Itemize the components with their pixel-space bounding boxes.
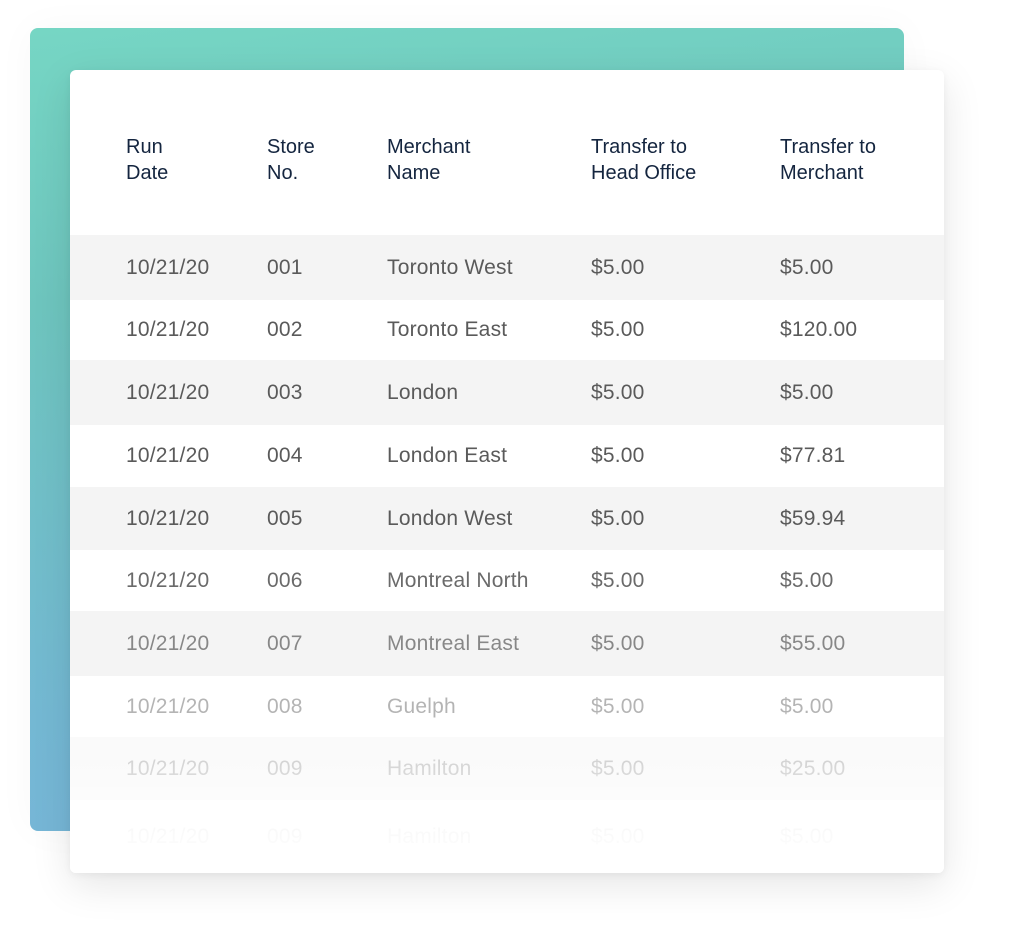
cell-transfer-head-office: $5.00 xyxy=(591,694,645,718)
column-header-merchant-name[interactable]: Merchant Name xyxy=(387,134,470,186)
cell-merchant-name: Montreal East xyxy=(387,631,520,655)
table-row[interactable]: 10/21/20 002 Toronto East $5.00 $120.00 xyxy=(70,300,944,360)
column-header-transfer-head-office[interactable]: Transfer to Head Office xyxy=(591,134,696,186)
cell-transfer-merchant: $5.00 xyxy=(780,694,834,718)
table-header: Run Date Store No. Merchant Name Transfe… xyxy=(70,70,944,235)
column-header-transfer-merchant[interactable]: Transfer to Merchant xyxy=(780,134,876,186)
cell-merchant-name: Hamilton xyxy=(387,756,472,780)
cell-transfer-merchant: $5.00 xyxy=(780,255,834,279)
cell-merchant-name: London West xyxy=(387,506,513,530)
cell-transfer-merchant: $25.00 xyxy=(780,756,846,780)
cell-transfer-head-office: $5.00 xyxy=(591,380,645,404)
cell-transfer-head-office: $5.00 xyxy=(591,444,645,467)
cell-run-date: 10/21/20 xyxy=(126,444,210,467)
cell-run-date: 10/21/20 xyxy=(126,318,210,341)
cell-store-no: 005 xyxy=(267,506,303,530)
cell-merchant-name: Toronto West xyxy=(387,255,513,279)
cell-store-no: 006 xyxy=(267,568,303,592)
cell-run-date: 10/21/20 xyxy=(126,255,210,279)
cell-run-date: 10/21/20 xyxy=(126,631,210,655)
table-row[interactable]: 10/21/20 006 Montreal North $5.00 $5.00 xyxy=(70,550,944,611)
cell-store-no: 003 xyxy=(267,380,303,404)
cell-transfer-merchant: $5.00 xyxy=(780,568,834,592)
cell-merchant-name: Hamilton xyxy=(387,824,472,848)
cell-merchant-name: Toronto East xyxy=(387,318,508,341)
cell-merchant-name: Montreal North xyxy=(387,568,529,592)
cell-store-no: 007 xyxy=(267,631,303,655)
table-row[interactable]: 10/21/20 009 Hamilton $5.00 $5.00 xyxy=(70,800,944,873)
cell-run-date: 10/21/20 xyxy=(126,824,210,848)
cell-run-date: 10/21/20 xyxy=(126,568,210,592)
cell-transfer-merchant: $5.00 xyxy=(780,824,834,848)
cell-transfer-head-office: $5.00 xyxy=(591,631,645,655)
cell-transfer-merchant: $5.00 xyxy=(780,380,834,404)
table-row[interactable]: 10/21/20 007 Montreal East $5.00 $55.00 xyxy=(70,611,944,676)
cell-transfer-head-office: $5.00 xyxy=(591,318,645,341)
table-row[interactable]: 10/21/20 009 Hamilton $5.00 $25.00 xyxy=(70,737,944,800)
cell-transfer-head-office: $5.00 xyxy=(591,568,645,592)
cell-run-date: 10/21/20 xyxy=(126,756,210,780)
cell-store-no: 002 xyxy=(267,318,303,341)
table-row[interactable]: 10/21/20 003 London $5.00 $5.00 xyxy=(70,360,944,425)
column-header-run-date[interactable]: Run Date xyxy=(126,134,168,186)
cell-run-date: 10/21/20 xyxy=(126,506,210,530)
cell-transfer-head-office: $5.00 xyxy=(591,756,645,780)
table-row[interactable]: 10/21/20 008 Guelph $5.00 $5.00 xyxy=(70,676,944,737)
cell-merchant-name: Guelph xyxy=(387,694,456,718)
table-row[interactable]: 10/21/20 004 London East $5.00 $77.81 xyxy=(70,425,944,487)
cell-transfer-head-office: $5.00 xyxy=(591,255,645,279)
cell-store-no: 008 xyxy=(267,694,303,718)
cell-transfer-merchant: $55.00 xyxy=(780,631,846,655)
cell-transfer-head-office: $5.00 xyxy=(591,506,645,530)
cell-merchant-name: London xyxy=(387,380,459,404)
cell-store-no: 004 xyxy=(267,444,303,467)
cell-transfer-merchant: $59.94 xyxy=(780,506,846,530)
cell-store-no: 001 xyxy=(267,255,303,279)
cell-run-date: 10/21/20 xyxy=(126,380,210,404)
table-row[interactable]: 10/21/20 001 Toronto West $5.00 $5.00 xyxy=(70,235,944,300)
cell-store-no: 009 xyxy=(267,824,303,848)
cell-transfer-head-office: $5.00 xyxy=(591,824,645,848)
cell-merchant-name: London East xyxy=(387,444,508,467)
column-header-store-no[interactable]: Store No. xyxy=(267,134,315,186)
cell-run-date: 10/21/20 xyxy=(126,694,210,718)
transfer-table-card: Run Date Store No. Merchant Name Transfe… xyxy=(70,70,944,873)
cell-store-no: 009 xyxy=(267,756,303,780)
cell-transfer-merchant: $77.81 xyxy=(780,444,846,467)
table-row[interactable]: 10/21/20 005 London West $5.00 $59.94 xyxy=(70,487,944,550)
cell-transfer-merchant: $120.00 xyxy=(780,318,858,341)
